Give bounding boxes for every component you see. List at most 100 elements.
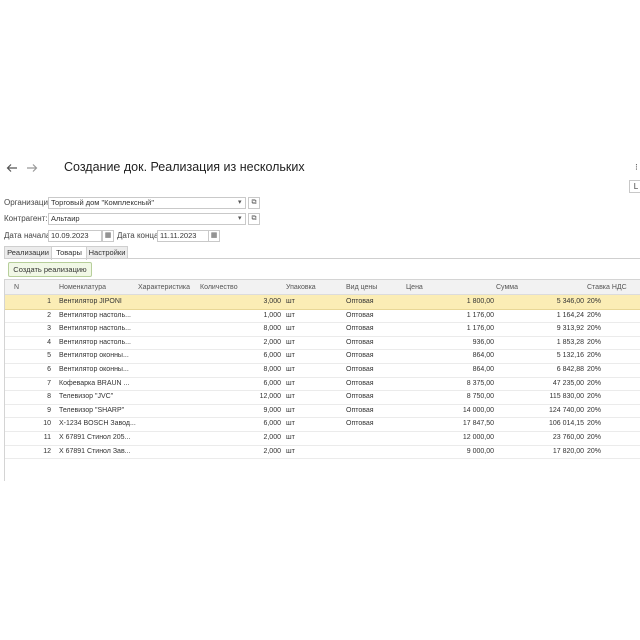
tab-divider <box>4 258 640 259</box>
row-item: Вентилятор настоль... <box>59 338 131 346</box>
row-item: Кофеварка BRAUN ... <box>59 379 130 387</box>
row-item: X-1234 BOSCH Завод... <box>59 420 136 428</box>
table-row[interactable]: 7 Кофеварка BRAUN ... 6,000 шт Оптовая 8 375,… <box>5 377 640 392</box>
row-item: Телевизор "JVC" <box>59 393 114 401</box>
date-end-field[interactable]: 11.11.2023 <box>157 230 209 242</box>
row-vat: 20% <box>587 325 602 333</box>
create-realization-button[interactable]: Создать реализацию <box>8 262 92 277</box>
row-package: шт <box>286 311 295 319</box>
row-vat: 20% <box>587 298 602 305</box>
table-row[interactable]: 2 Вентилятор настоль... 1,000 шт Оптовая 1 17… <box>5 309 640 324</box>
row-price: 1 800,00 <box>466 298 494 305</box>
row-vat: 20% <box>587 352 602 360</box>
column-header-n[interactable]: N <box>14 283 19 292</box>
row-number: 7 <box>47 379 51 387</box>
row-item: X 67891 Стинол 205... <box>59 434 131 441</box>
row-quantity: 6,000 <box>263 420 281 428</box>
row-price: 936,00 <box>472 338 494 346</box>
more-menu-icon[interactable]: ⁝ <box>635 162 638 173</box>
date-start-label: Дата начала: <box>4 231 53 240</box>
column-header-price[interactable]: Цена <box>406 283 423 292</box>
date-start-field[interactable]: 10.09.2023 <box>48 230 102 242</box>
table-row[interactable]: 9 Телевизор "SHARP" 9,000 шт Оптовая 14 000,0… <box>5 404 640 419</box>
row-package: шт <box>286 366 295 373</box>
row-number: 9 <box>47 406 51 414</box>
row-number: 8 <box>47 393 51 401</box>
row-price: 8 750,00 <box>466 393 494 401</box>
column-header-package[interactable]: Упаковка <box>286 283 316 292</box>
counterparty-open-icon[interactable]: ⧉ <box>248 213 260 225</box>
row-vat: 20% <box>587 434 602 441</box>
row-sum: 5 346,00 <box>556 298 584 305</box>
edge-button[interactable]: L <box>629 180 640 193</box>
row-vat: 20% <box>587 311 602 319</box>
row-number: 4 <box>47 338 51 346</box>
row-price: 1 176,00 <box>466 311 494 319</box>
organization-open-icon[interactable]: ⧉ <box>248 197 260 209</box>
row-quantity: 2,000 <box>263 447 281 455</box>
row-sum: 47 235,00 <box>552 379 584 387</box>
row-item: Вентилятор настоль... <box>59 325 131 333</box>
row-price-type: Оптовая <box>346 366 374 373</box>
row-package: шт <box>286 338 295 346</box>
row-sum: 9 313,92 <box>556 325 584 333</box>
date-end-calendar-icon[interactable]: ▦ <box>208 230 220 242</box>
row-package: шт <box>286 420 295 428</box>
row-vat: 20% <box>587 447 602 455</box>
row-package: шт <box>286 447 295 455</box>
date-end-label: Дата конца: <box>117 231 161 240</box>
row-quantity: 6,000 <box>263 379 281 387</box>
organization-dropdown-icon[interactable]: ▾ <box>238 198 242 208</box>
table-row[interactable]: 8 Телевизор "JVC" 12,000 шт Оптовая 8 750,00 1… <box>5 390 640 405</box>
table-row[interactable]: 5 Вентилятор оконны... 6,000 шт Оптовая 864,0… <box>5 349 640 364</box>
row-number: 5 <box>47 352 51 360</box>
row-vat: 20% <box>587 338 602 346</box>
row-sum: 1 853,28 <box>556 338 584 346</box>
page-title: Создание док. Реализация из нескольких <box>64 160 305 174</box>
table-row[interactable]: 12 X 67891 Стинол Зав... 2,000 шт 9 000,00 17… <box>5 445 640 460</box>
row-number: 11 <box>43 434 51 441</box>
column-header-quantity[interactable]: Количество <box>200 283 238 292</box>
table-row[interactable]: 11 X 67891 Стинол 205... 2,000 шт 12 000,00 2… <box>5 431 640 446</box>
row-price: 9 000,00 <box>466 447 494 455</box>
date-start-calendar-icon[interactable]: ▦ <box>102 230 114 242</box>
row-sum: 23 760,00 <box>552 434 584 441</box>
row-vat: 20% <box>587 366 602 373</box>
table-row[interactable]: 1 Вентилятор JIPONI 3,000 шт Оптовая 1 800,00… <box>5 295 640 310</box>
row-quantity: 2,000 <box>263 434 281 441</box>
row-price-type: Оптовая <box>346 311 374 319</box>
row-quantity: 9,000 <box>263 406 281 414</box>
counterparty-dropdown-icon[interactable]: ▾ <box>238 214 242 224</box>
table-row[interactable]: 4 Вентилятор настоль... 2,000 шт Оптовая 936,… <box>5 336 640 351</box>
row-quantity: 6,000 <box>263 352 281 360</box>
row-price-type: Оптовая <box>346 352 374 360</box>
column-header-price-type[interactable]: Вид цены <box>346 283 377 292</box>
row-price-type: Оптовая <box>346 325 374 333</box>
forward-icon[interactable] <box>26 163 38 176</box>
row-quantity: 8,000 <box>263 366 281 373</box>
column-header-vat[interactable]: Ставка НДС <box>587 283 627 292</box>
row-price: 14 000,00 <box>462 406 494 414</box>
row-package: шт <box>286 393 295 401</box>
counterparty-field[interactable]: Альтаир <box>48 213 246 225</box>
column-header-sum[interactable]: Сумма <box>496 283 518 292</box>
row-package: шт <box>286 434 295 441</box>
table-row[interactable]: 10 X-1234 BOSCH Завод... 6,000 шт Оптовая 17 … <box>5 417 640 432</box>
row-vat: 20% <box>587 406 602 414</box>
row-quantity: 12,000 <box>259 393 281 401</box>
table-row[interactable]: 3 Вентилятор настоль... 8,000 шт Оптовая 1 17… <box>5 322 640 337</box>
row-item: Вентилятор JIPONI <box>59 298 122 305</box>
organization-field[interactable]: Торговый дом "Комплексный" <box>48 197 246 209</box>
row-quantity: 3,000 <box>263 298 281 305</box>
row-item: Вентилятор оконны... <box>59 352 129 360</box>
table-row[interactable]: 6 Вентилятор оконны... 8,000 шт Оптовая 864,0… <box>5 363 640 378</box>
row-vat: 20% <box>587 420 602 428</box>
back-icon[interactable] <box>6 163 18 176</box>
column-header-item[interactable]: Номенклатура <box>59 283 106 292</box>
row-price: 864,00 <box>472 352 494 360</box>
row-sum: 106 014,15 <box>548 420 584 428</box>
row-quantity: 1,000 <box>263 311 281 319</box>
row-price: 8 375,00 <box>466 379 494 387</box>
column-header-characteristic[interactable]: Характеристика <box>138 283 190 292</box>
row-number: 12 <box>43 447 51 455</box>
